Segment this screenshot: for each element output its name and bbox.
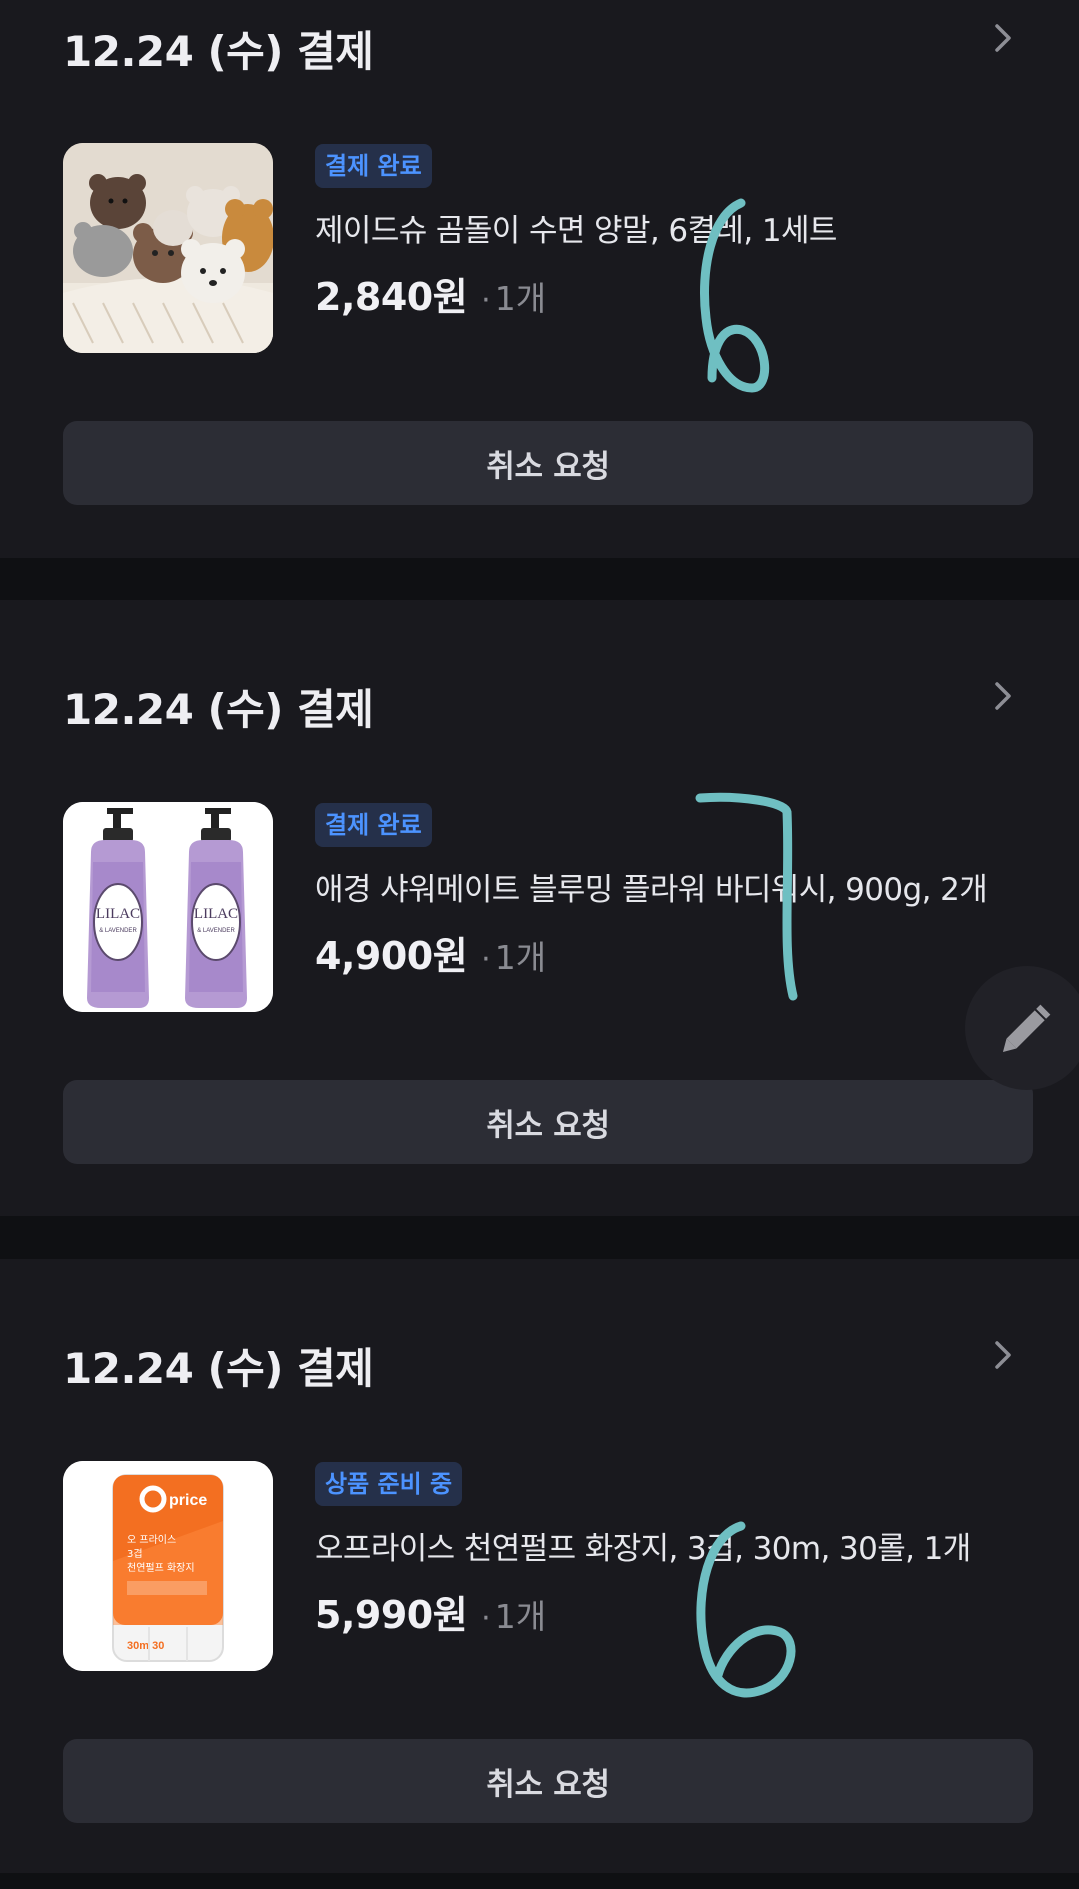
order-date-header: 12.24 (수) 결제 — [63, 1344, 374, 1393]
pencil-icon — [1002, 1004, 1051, 1053]
product-name[interactable]: 오프라이스 천연펄프 화장지, 3겹, 30m, 30롤, 1개 — [315, 1523, 971, 1568]
quantity: 1개 — [494, 1597, 547, 1636]
product-image-bear-socks[interactable] — [63, 143, 273, 353]
chevron-right-icon[interactable] — [985, 1337, 1021, 1373]
order-date-header: 12.24 (수) 결제 — [63, 685, 374, 734]
chevron-right-icon[interactable] — [985, 678, 1021, 714]
product-image-toilet-paper[interactable]: price 오 프라이스 3겹 천연펄프 화장지 30m 30 — [63, 1461, 273, 1671]
quantity: 1개 — [494, 279, 547, 318]
price-row: 5,990원 · 1개 — [315, 1584, 546, 1639]
product-image-body-wash[interactable]: LILAC & LAVENDER LILAC & LAVENDER — [63, 802, 273, 1012]
cancel-request-button[interactable]: 취소 요청 — [63, 1739, 1033, 1823]
order-card: 12.24 (수) 결제 결제 완료 제이드슈 곰돌이 수면 양말, 6켤레, … — [0, 0, 1079, 558]
order-date-header: 12.24 (수) 결제 — [63, 27, 374, 76]
lilac-label: LILAC — [194, 906, 238, 922]
lilac-sublabel: & LAVENDER — [99, 928, 137, 934]
package-text: 천연펄프 화장지 — [127, 1562, 195, 1574]
status-badge: 상품 준비 중 — [315, 1462, 463, 1506]
cancel-request-button[interactable]: 취소 요청 — [63, 421, 1033, 505]
price: 4,900원 — [315, 934, 468, 978]
package-count: 30m 30 — [127, 1640, 164, 1652]
order-card: 12.24 (수) 결제 LILAC & LAVENDER LILAC & LA… — [0, 600, 1079, 1216]
separator-dot: · — [481, 1601, 491, 1636]
lilac-sublabel: & LAVENDER — [197, 928, 235, 934]
quantity: 1개 — [494, 938, 547, 977]
separator-dot: · — [481, 942, 491, 977]
package-text: 3겹 — [127, 1548, 143, 1560]
product-name[interactable]: 제이드슈 곰돌이 수면 양말, 6켤레, 1세트 — [315, 205, 837, 250]
status-badge: 결제 완료 — [315, 803, 432, 847]
separator-dot: · — [481, 283, 491, 318]
package-text: 오 프라이스 — [127, 1534, 176, 1546]
product-name[interactable]: 애경 샤워메이트 블루밍 플라워 바디워시, 900g, 2개 — [315, 864, 988, 909]
brand-text: price — [169, 1492, 207, 1509]
status-badge: 결제 완료 — [315, 144, 432, 188]
price: 2,840원 — [315, 275, 468, 319]
cancel-request-button[interactable]: 취소 요청 — [63, 1080, 1033, 1164]
order-card: 12.24 (수) 결제 price 오 프라이스 3겹 천연펄프 화장지 30… — [0, 1259, 1079, 1873]
price-row: 4,900원 · 1개 — [315, 925, 546, 980]
price-row: 2,840원 · 1개 — [315, 266, 546, 321]
price: 5,990원 — [315, 1593, 468, 1637]
chevron-right-icon[interactable] — [985, 20, 1021, 56]
lilac-label: LILAC — [96, 906, 140, 922]
edit-fab-button[interactable] — [965, 966, 1079, 1090]
